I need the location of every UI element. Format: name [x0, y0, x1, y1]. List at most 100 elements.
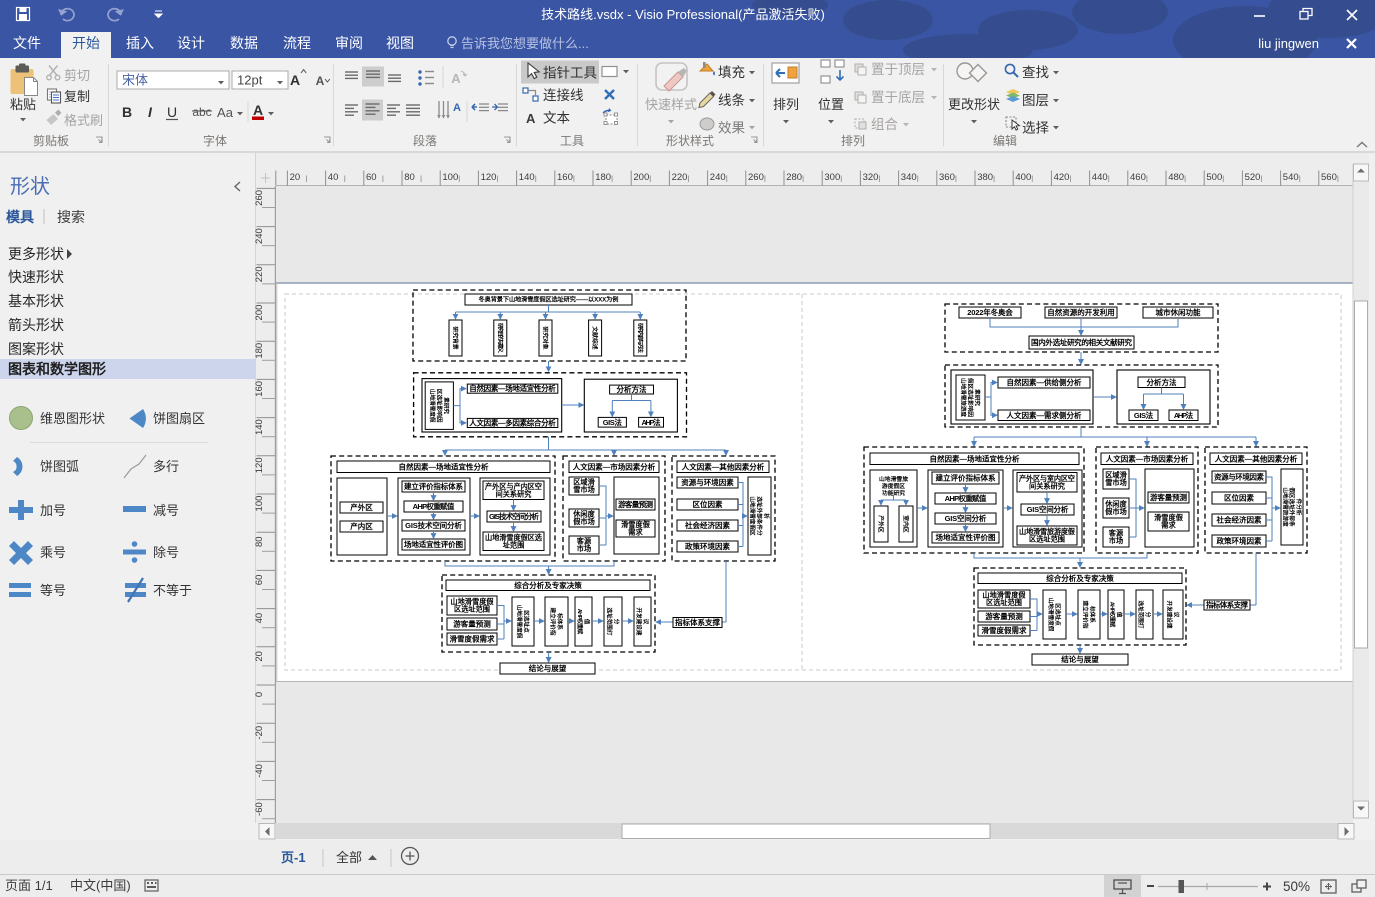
- svg-text:排列: 排列: [773, 97, 799, 112]
- svg-text:研究内容与方法: 研究内容与方法: [636, 323, 644, 353]
- svg-text:A: A: [253, 102, 263, 118]
- svg-text:80: 80: [254, 536, 265, 547]
- svg-text:40: 40: [328, 172, 339, 183]
- svg-text:复制: 复制: [64, 89, 90, 104]
- svg-text:abc: abc: [192, 105, 211, 119]
- svg-text:140: 140: [519, 172, 535, 183]
- svg-text:市场: 市场: [577, 544, 591, 553]
- svg-text:滑雪度假需求: 滑雪度假需求: [982, 625, 1028, 635]
- svg-text:剪切: 剪切: [64, 68, 90, 83]
- svg-text:建立评价指标体系: 建立评价指标体系: [403, 481, 464, 491]
- svg-text:区位因素: 区位因素: [693, 499, 724, 509]
- svg-text:多行: 多行: [153, 459, 179, 474]
- svg-text:址范围: 址范围: [503, 540, 525, 549]
- svg-text:需求: 需求: [1161, 521, 1176, 530]
- svg-text:560: 560: [1321, 172, 1337, 183]
- svg-text:240: 240: [710, 172, 726, 183]
- svg-text:设计: 设计: [177, 35, 205, 51]
- svg-text:不等于: 不等于: [153, 583, 192, 598]
- svg-text:区选址范围: 区选址范围: [1029, 535, 1065, 544]
- svg-text:山地滑雪度假: 山地滑雪度假: [516, 605, 524, 639]
- svg-text:雪市场: 雪市场: [573, 485, 595, 494]
- svg-text:值: 值: [1116, 612, 1124, 618]
- svg-text:游度假区: 游度假区: [882, 482, 905, 490]
- svg-text:540: 540: [1283, 172, 1299, 183]
- svg-text:20: 20: [254, 651, 265, 662]
- svg-text:游客量预测: 游客量预测: [618, 499, 654, 509]
- svg-text:插入: 插入: [126, 35, 154, 51]
- svg-text:100: 100: [442, 172, 458, 183]
- svg-text:市场: 市场: [1109, 536, 1123, 545]
- svg-text:60: 60: [366, 172, 377, 183]
- svg-text:AHP权重赋: AHP权重赋: [1109, 602, 1117, 628]
- svg-text:开发建设建: 开发建设建: [635, 608, 643, 636]
- svg-text:60: 60: [254, 575, 265, 586]
- svg-text:间关系研究: 间关系研究: [1029, 481, 1066, 490]
- svg-text:素研究: 素研究: [442, 397, 450, 414]
- svg-text:图表和数学图形: 图表和数学图形: [8, 361, 106, 377]
- svg-text:120: 120: [481, 172, 497, 183]
- svg-text:技术路线.vsdx - Visio Professional: 技术路线.vsdx - Visio Professional(产品激活失败): [541, 7, 825, 22]
- svg-text:200: 200: [254, 305, 265, 321]
- svg-text:更多形状: 更多形状: [8, 246, 64, 262]
- svg-text:AHP法: AHP法: [641, 417, 661, 427]
- svg-text:180: 180: [595, 172, 611, 183]
- svg-text:自然资源的开发利用: 自然资源的开发利用: [1047, 307, 1115, 317]
- svg-text:50%: 50%: [1283, 879, 1310, 894]
- svg-text:快速样式: 快速样式: [645, 97, 697, 112]
- svg-text:段落: 段落: [413, 133, 437, 148]
- svg-text:室内区: 室内区: [902, 515, 910, 533]
- svg-text:开始: 开始: [72, 35, 100, 51]
- svg-text:模具: 模具: [6, 209, 34, 225]
- svg-text:加号: 加号: [40, 503, 66, 518]
- svg-text:GIS技术空间分析: GIS技术空间分析: [405, 520, 462, 530]
- svg-text:220: 220: [254, 266, 265, 282]
- svg-text:选址范围打: 选址范围打: [606, 608, 614, 636]
- svg-text:件分析: 件分析: [1295, 499, 1303, 516]
- svg-text:减号: 减号: [153, 503, 179, 518]
- svg-text:编辑: 编辑: [993, 133, 1017, 148]
- svg-text:指标体系支撑: 指标体系支撑: [675, 617, 721, 627]
- svg-text:240: 240: [254, 228, 265, 244]
- svg-text:指标体系支撑: 指标体系支撑: [1206, 600, 1249, 610]
- svg-text:人文因素—多因素综合分析: 人文因素—多因素综合分析: [469, 418, 556, 428]
- svg-text:山地滑雪旅游度: 山地滑雪旅游度: [960, 378, 968, 417]
- svg-text:冬奥背景下山地滑雪度假区选址研究——以XXX为例: 冬奥背景下山地滑雪度假区选址研究——以XXX为例: [479, 296, 619, 304]
- svg-text:人文因素—需求侧分析: 人文因素—需求侧分析: [1007, 410, 1083, 420]
- svg-text:全部: 全部: [336, 850, 362, 865]
- svg-text:文献综述: 文献综述: [591, 326, 599, 349]
- svg-text:山地滑雪度假: 山地滑雪度假: [428, 389, 436, 423]
- svg-text:标体系: 标体系: [556, 612, 564, 630]
- svg-text:500: 500: [1206, 172, 1222, 183]
- svg-text:除号: 除号: [153, 545, 179, 560]
- svg-text:标体系: 标体系: [1089, 605, 1097, 623]
- svg-text:A: A: [451, 71, 461, 86]
- svg-text:GIS法: GIS法: [1134, 410, 1154, 420]
- svg-text:流程: 流程: [283, 35, 311, 51]
- svg-text:国内外选址研究的相关文献研究: 国内外选址研究的相关文献研究: [1031, 337, 1133, 347]
- svg-text:指针工具: 指针工具: [543, 66, 597, 81]
- svg-text:人文因素—其他因素分析: 人文因素—其他因素分析: [1215, 453, 1298, 463]
- svg-text:粘贴: 粘贴: [10, 97, 36, 112]
- svg-text:440: 440: [1092, 172, 1108, 183]
- svg-text:100: 100: [254, 496, 265, 512]
- svg-text:政策环境因素: 政策环境因素: [685, 541, 731, 551]
- svg-text:场地适宜性评价图: 场地适宜性评价图: [404, 539, 464, 549]
- svg-text:审阅: 审阅: [335, 35, 363, 51]
- svg-text:自然因素—场地适宜性分析: 自然因素—场地适宜性分析: [469, 383, 556, 393]
- svg-text:260: 260: [254, 190, 265, 206]
- svg-text:选址范围打: 选址范围打: [1137, 601, 1145, 629]
- svg-text:分: 分: [1144, 612, 1152, 618]
- svg-text:页面 1/1: 页面 1/1: [5, 878, 53, 893]
- svg-text:需求: 需求: [628, 528, 643, 537]
- svg-text:更改形状: 更改形状: [948, 97, 1000, 112]
- svg-text:开发建设建: 开发建设建: [1166, 601, 1174, 629]
- svg-text:区选址点: 区选址点: [523, 610, 531, 633]
- svg-text:排列: 排列: [841, 134, 865, 148]
- svg-text:产内区: 产内区: [350, 521, 373, 531]
- svg-text:结论与展望: 结论与展望: [529, 663, 567, 673]
- svg-text:饼图弧: 饼图弧: [40, 459, 79, 474]
- svg-text:告诉我您想要做什么...: 告诉我您想要做什么...: [461, 36, 589, 51]
- svg-text:游客量预测: 游客量预测: [1150, 492, 1188, 502]
- svg-text:A: A: [453, 102, 461, 114]
